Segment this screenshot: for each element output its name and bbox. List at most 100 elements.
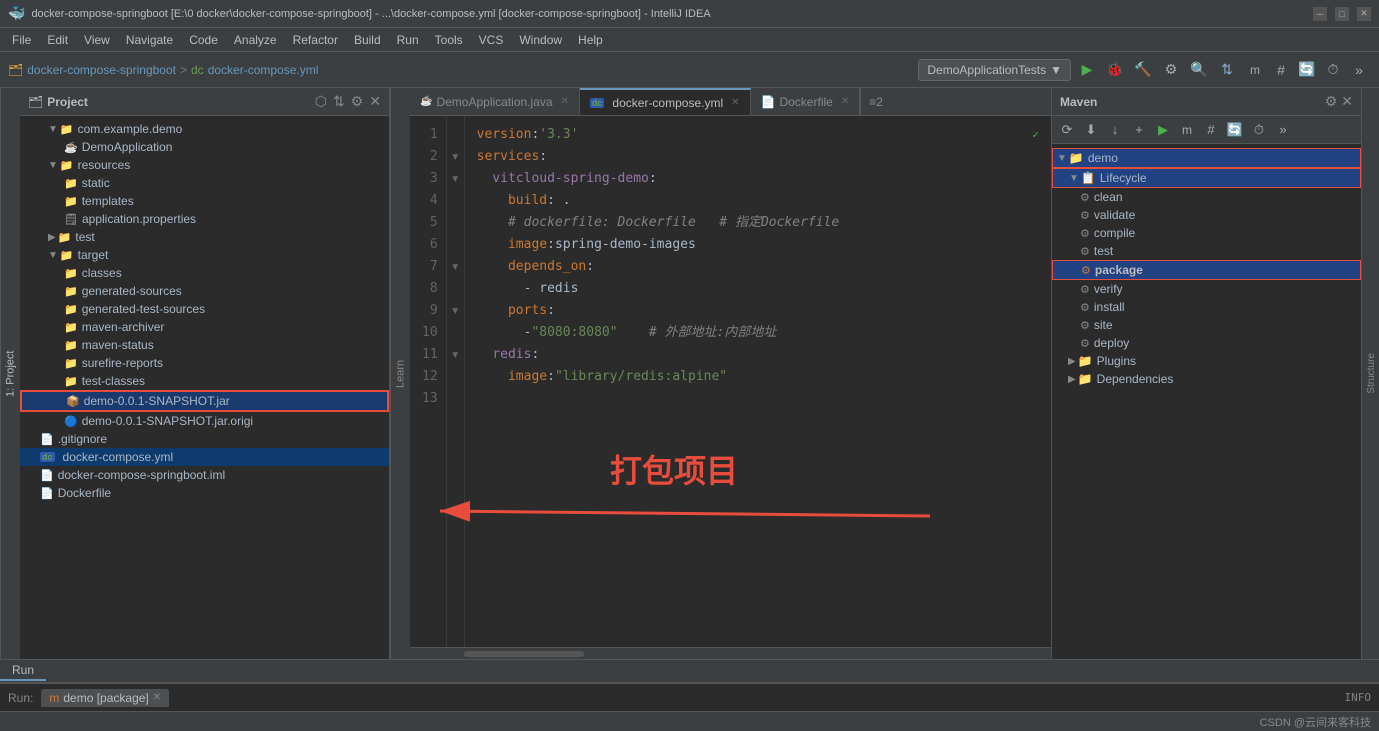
maven-item-install[interactable]: ⚙ install [1052, 298, 1361, 316]
tree-item-iml[interactable]: 📄 docker-compose-springboot.iml [20, 466, 389, 484]
fold-btn-11[interactable]: ▼ [449, 344, 462, 366]
tree-item-target[interactable]: ▼ 📁 target [20, 246, 389, 264]
learn-sidebar-tab[interactable]: Learn [390, 88, 410, 659]
menu-edit[interactable]: Edit [39, 31, 76, 49]
menu-file[interactable]: File [4, 31, 39, 49]
maven-item-dependencies[interactable]: ▶ 📁 Dependencies [1052, 370, 1361, 388]
code-editor[interactable]: version: '3.3' ✓ services: vitcloud-spri… [465, 116, 1051, 647]
tree-item-demoapplication[interactable]: ☕ DemoApplication [20, 138, 389, 156]
tree-item-application-properties[interactable]: 🗒 application.properties [20, 210, 389, 228]
maven-sync-btn[interactable]: ⬇ [1080, 119, 1102, 141]
menu-code[interactable]: Code [181, 31, 226, 49]
menu-view[interactable]: View [76, 31, 118, 49]
toolbar-git-button[interactable]: ⇅ [1215, 58, 1239, 82]
maven-item-test[interactable]: ⚙ test [1052, 242, 1361, 260]
tree-item-snapshot-jar-origin[interactable]: 🔵 demo-0.0.1-SNAPSHOT.jar.origi [20, 412, 389, 430]
tree-item-test[interactable]: ▶ 📁 test [20, 228, 389, 246]
maximize-button[interactable]: □ [1335, 7, 1349, 21]
maven-run-btn[interactable]: ▶ [1152, 119, 1174, 141]
menu-window[interactable]: Window [511, 31, 570, 49]
maven-add-btn[interactable]: + [1128, 119, 1150, 141]
tree-item-snapshot-jar[interactable]: 📦 demo-0.0.1-SNAPSHOT.jar [20, 390, 389, 412]
tree-item-templates[interactable]: 📁 templates [20, 192, 389, 210]
menu-analyze[interactable]: Analyze [226, 31, 285, 49]
bottom-tab-run[interactable]: Run [0, 661, 46, 681]
maven-refresh2-btn[interactable]: 🔄 [1224, 119, 1246, 141]
tree-item-generated-sources[interactable]: 📁 generated-sources [20, 282, 389, 300]
menu-run[interactable]: Run [389, 31, 427, 49]
maven-item-demo[interactable]: ▼ 📁 demo [1052, 148, 1361, 168]
tree-item-maven-status[interactable]: 📁 maven-status [20, 336, 389, 354]
tree-item-dockerfile[interactable]: 📄 Dockerfile [20, 484, 389, 502]
tree-item-generated-test-sources[interactable]: 📁 generated-test-sources [20, 300, 389, 318]
fold-btn-2[interactable]: ▼ [449, 146, 462, 168]
panel-btn-close[interactable]: ✕ [369, 93, 381, 110]
maven-close-icon[interactable]: ✕ [1341, 93, 1353, 110]
tab-close[interactable]: ✕ [731, 97, 739, 108]
toolbar-btn2[interactable]: # [1269, 58, 1293, 82]
maven-item-plugins[interactable]: ▶ 📁 Plugins [1052, 352, 1361, 370]
maven-item-clean[interactable]: ⚙ clean [1052, 188, 1361, 206]
tree-item-classes[interactable]: 📁 classes [20, 264, 389, 282]
toolbar-run-button[interactable]: ▶ [1075, 58, 1099, 82]
tree-item-static[interactable]: 📁 static [20, 174, 389, 192]
tab-overflow[interactable]: ≡2 [860, 88, 891, 115]
tab-dockerfile[interactable]: 📄 Dockerfile ✕ [751, 88, 861, 115]
maven-item-deploy[interactable]: ⚙ deploy [1052, 334, 1361, 352]
panel-btn-settings[interactable]: ⚙ [351, 93, 364, 110]
toolbar-build-button[interactable]: 🔨 [1131, 58, 1155, 82]
scrollbar-thumb[interactable] [464, 651, 584, 657]
tree-item-com-example[interactable]: ▼ 📁 com.example.demo [20, 120, 389, 138]
minimize-button[interactable]: ─ [1313, 7, 1327, 21]
menu-refactor[interactable]: Refactor [285, 31, 346, 49]
maven-m-btn[interactable]: m [1176, 119, 1198, 141]
structure-tab[interactable]: Structure [1364, 345, 1379, 402]
run-tab[interactable]: m demo [package] ✕ [41, 689, 169, 707]
toolbar-search-button[interactable]: 🔍 [1187, 58, 1211, 82]
tree-item-test-classes[interactable]: 📁 test-classes [20, 372, 389, 390]
tab-close[interactable]: ✕ [561, 96, 569, 107]
tab-demoapplication[interactable]: ☕ DemoApplication.java ✕ [410, 88, 580, 115]
tree-item-gitignore[interactable]: 📄 .gitignore [20, 430, 389, 448]
toolbar-btn4[interactable]: ⏱ [1321, 58, 1345, 82]
breadcrumb-project[interactable]: 🗂 [8, 63, 23, 77]
tab-close[interactable]: ✕ [841, 96, 849, 107]
toolbar-debug-button[interactable]: 🐞 [1103, 58, 1127, 82]
tree-item-resources[interactable]: ▼ 📁 resources [20, 156, 389, 174]
close-button[interactable]: ✕ [1357, 7, 1371, 21]
project-sidebar-tab[interactable]: 1: Project [0, 88, 20, 659]
maven-refresh-btn[interactable]: ⟳ [1056, 119, 1078, 141]
maven-hash-btn[interactable]: # [1200, 119, 1222, 141]
menu-navigate[interactable]: Navigate [118, 31, 181, 49]
toolbar-expand[interactable]: » [1347, 58, 1371, 82]
tab-docker-compose[interactable]: dc docker-compose.yml ✕ [580, 88, 751, 115]
maven-item-package[interactable]: ⚙ package [1052, 260, 1361, 280]
run-config-selector[interactable]: DemoApplicationTests ▼ [918, 59, 1071, 81]
panel-btn-external[interactable]: ⬡ [315, 93, 327, 110]
maven-more-btn[interactable]: » [1272, 119, 1294, 141]
fold-btn-9[interactable]: ▼ [449, 300, 462, 322]
panel-btn-sort[interactable]: ⇅ [333, 93, 345, 110]
maven-item-verify[interactable]: ⚙ verify [1052, 280, 1361, 298]
fold-btn-3[interactable]: ▼ [449, 168, 462, 190]
menu-tools[interactable]: Tools [427, 31, 471, 49]
menu-vcs[interactable]: VCS [471, 31, 512, 49]
toolbar-btn1[interactable]: m [1243, 58, 1267, 82]
horizontal-scrollbar[interactable] [410, 647, 1051, 659]
menu-help[interactable]: Help [570, 31, 611, 49]
maven-item-lifecycle[interactable]: ▼ 📋 Lifecycle [1052, 168, 1361, 188]
menu-build[interactable]: Build [346, 31, 389, 49]
tree-item-maven-archiver[interactable]: 📁 maven-archiver [20, 318, 389, 336]
maven-time-btn[interactable]: ⏱ [1248, 119, 1270, 141]
fold-btn-7[interactable]: ▼ [449, 256, 462, 278]
maven-item-compile[interactable]: ⚙ compile [1052, 224, 1361, 242]
maven-item-validate[interactable]: ⚙ validate [1052, 206, 1361, 224]
maven-settings-icon[interactable]: ⚙ [1325, 93, 1338, 110]
maven-download-btn[interactable]: ↓ [1104, 119, 1126, 141]
tree-item-surefire-reports[interactable]: 📁 surefire-reports [20, 354, 389, 372]
maven-item-site[interactable]: ⚙ site [1052, 316, 1361, 334]
tree-item-docker-compose-yml[interactable]: dc docker-compose.yml [20, 448, 389, 466]
toolbar-btn3[interactable]: 🔄 [1295, 58, 1319, 82]
run-tab-close[interactable]: ✕ [153, 692, 161, 703]
toolbar-settings-button[interactable]: ⚙ [1159, 58, 1183, 82]
